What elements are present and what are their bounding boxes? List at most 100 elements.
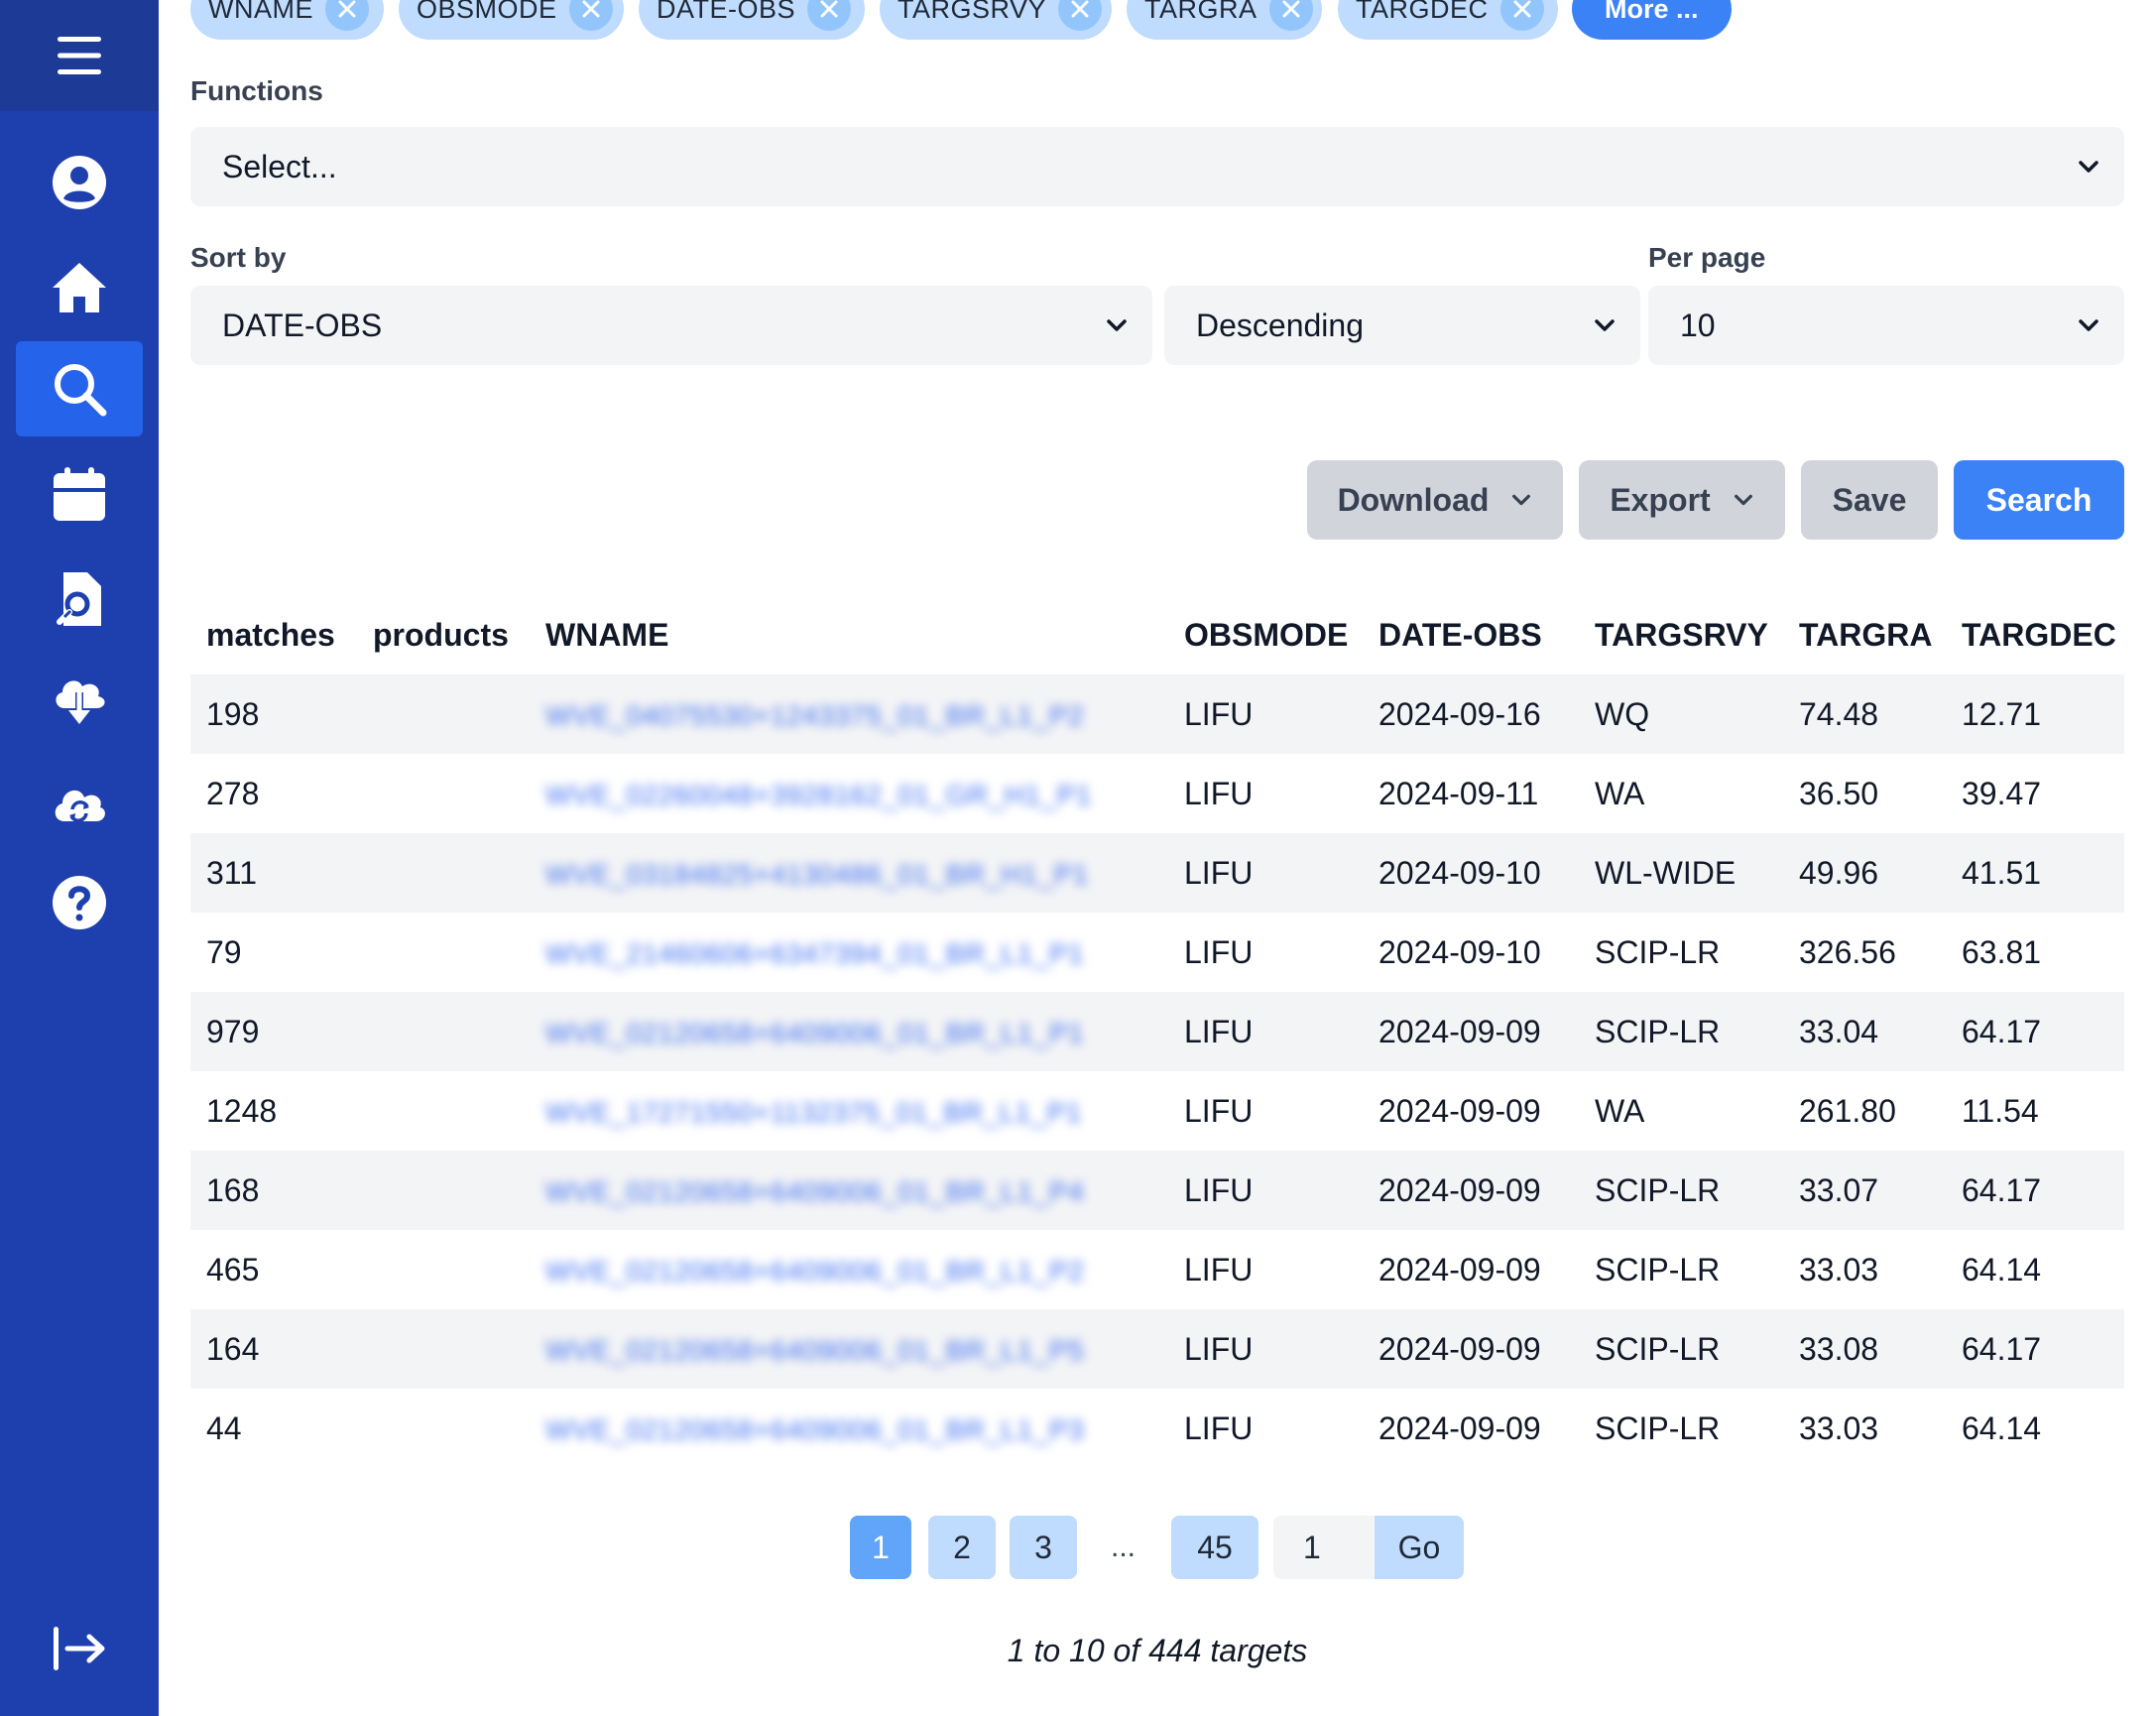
chevron-down-icon — [1595, 319, 1615, 331]
table-row[interactable]: 465 WVE_02120658+6409006_01_BR_L1_P2 LIF… — [190, 1230, 2124, 1309]
table-row[interactable]: 79 WVE_21460606+6347394_01_BR_L1_P1 LIFU… — [190, 913, 2124, 992]
nav-calendar[interactable] — [16, 446, 143, 542]
page-button-2[interactable]: 2 — [928, 1516, 996, 1579]
table-row[interactable]: 44 WVE_02120658+6409006_01_BR_L1_P3 LIFU… — [190, 1389, 2124, 1468]
column-header-wname[interactable]: WNAME — [530, 595, 1168, 674]
remove-chip-button[interactable] — [568, 0, 613, 31]
cell-targdec: 12.71 — [1946, 674, 2124, 754]
go-button[interactable]: Go — [1375, 1516, 1464, 1579]
chevron-down-icon — [2079, 161, 2098, 173]
cell-products — [357, 992, 530, 1071]
logout-button[interactable] — [16, 1601, 143, 1696]
cell-obsmode: LIFU — [1184, 775, 1254, 811]
remove-chip-button[interactable] — [1058, 0, 1103, 31]
column-chips: WNAME OBSMODE DATE-OBS TARGSRVY TARGRA T… — [190, 0, 2124, 40]
cell-matches: 44 — [206, 1410, 242, 1446]
functions-select[interactable]: Select... — [190, 127, 2124, 206]
cell-matches: 164 — [190, 1309, 357, 1389]
table-row[interactable]: 168 WVE_02120658+6409006_01_BR_L1_P4 LIF… — [190, 1151, 2124, 1230]
cell-matches: 278 — [206, 775, 260, 811]
cell-date-obs: 2024-09-09 — [1363, 1309, 1579, 1389]
wname-link[interactable]: WVE_17271550+1132375_01_BR_L1_P1 — [545, 1097, 1082, 1129]
menu-icon — [58, 37, 101, 74]
nav-profile[interactable] — [16, 135, 143, 230]
column-header-targsrvy[interactable]: TARGSRVY — [1579, 595, 1783, 674]
per-page-select[interactable]: 10 — [1648, 286, 2124, 365]
page-button-1[interactable]: 1 — [850, 1516, 911, 1579]
remove-chip-button[interactable] — [1268, 0, 1313, 31]
export-button-label: Export — [1610, 481, 1711, 518]
calendar-icon — [54, 467, 105, 521]
cell-products — [357, 1309, 530, 1389]
cell-targdec: 39.47 — [1962, 775, 2042, 811]
wname-link[interactable]: WVE_02260048+3928162_01_GR_H1_P1 — [545, 780, 1092, 811]
cell-obsmode: LIFU — [1184, 1251, 1254, 1287]
wname-link[interactable]: WVE_02120658+6409006_01_BR_L1_P1 — [545, 1018, 1084, 1049]
wname-link[interactable]: WVE_21460606+6347394_01_BR_L1_P1 — [545, 938, 1084, 970]
export-button[interactable]: Export — [1579, 460, 1785, 540]
nav-help[interactable] — [16, 855, 143, 950]
table-row[interactable]: 311 WVE_03184825+4130486_01_BR_H1_P1 LIF… — [190, 833, 2124, 913]
column-header-targra[interactable]: TARGRA — [1783, 595, 1946, 674]
nav-search[interactable] — [16, 341, 143, 436]
goto-page-input[interactable]: 1 — [1273, 1516, 1375, 1579]
chip-targdec: TARGDEC — [1338, 0, 1558, 40]
cloud-download-icon — [56, 680, 105, 724]
more-columns-button[interactable]: More ... — [1572, 0, 1732, 40]
nav-file-search[interactable] — [16, 552, 143, 647]
cell-wname: WVE_02120658+6409006_01_BR_L1_P2 — [530, 1230, 1168, 1309]
wname-link[interactable]: WVE_03184825+4130486_01_BR_H1_P1 — [545, 859, 1089, 891]
cell-date-obs: 2024-09-09 — [1363, 1151, 1579, 1230]
wname-link[interactable]: WVE_02120658+6409006_01_BR_L1_P5 — [545, 1335, 1084, 1367]
table-header-row: matches products WNAME OBSMODE DATE-OBS … — [190, 595, 2124, 674]
remove-chip-button[interactable] — [1499, 0, 1544, 31]
table-row[interactable]: 164 WVE_02120658+6409006_01_BR_L1_P5 LIF… — [190, 1309, 2124, 1389]
column-header-targdec[interactable]: TARGDEC — [1946, 595, 2124, 674]
column-header-matches[interactable]: matches — [190, 595, 357, 674]
cell-wname: WVE_04075530+1243375_01_BR_L1_P2 — [530, 674, 1168, 754]
chip-date-obs: DATE-OBS — [639, 0, 865, 40]
save-button[interactable]: Save — [1801, 460, 1938, 540]
table-row[interactable]: 198 WVE_04075530+1243375_01_BR_L1_P2 LIF… — [190, 674, 2124, 754]
table-row[interactable]: 979 WVE_02120658+6409006_01_BR_L1_P1 LIF… — [190, 992, 2124, 1071]
sort-order-select[interactable]: Descending — [1164, 286, 1640, 365]
cell-targra: 74.48 — [1783, 674, 1946, 754]
nav-home[interactable] — [16, 240, 143, 335]
wname-link[interactable]: WVE_02120658+6409006_01_BR_L1_P4 — [545, 1176, 1084, 1208]
help-icon — [53, 876, 106, 929]
column-header-date-obs[interactable]: DATE-OBS — [1363, 595, 1579, 674]
close-icon — [820, 0, 838, 18]
cell-matches: 1248 — [206, 1092, 278, 1129]
table-row[interactable]: 278 WVE_02260048+3928162_01_GR_H1_P1 LIF… — [190, 754, 2124, 833]
sort-field-select[interactable]: DATE-OBS — [190, 286, 1152, 365]
user-icon — [53, 156, 106, 209]
cell-targsrvy: WL-WIDE — [1579, 833, 1783, 913]
sort-field-value: DATE-OBS — [222, 306, 383, 343]
chevron-down-icon — [1107, 319, 1127, 331]
menu-button[interactable] — [0, 0, 159, 111]
remove-chip-button[interactable] — [325, 0, 369, 31]
cell-targra: 261.80 — [1799, 1092, 1896, 1129]
functions-select-value: Select... — [222, 148, 337, 184]
cell-matches: 465 — [206, 1251, 260, 1287]
cell-targra: 36.50 — [1799, 775, 1879, 811]
remove-chip-button[interactable] — [807, 0, 852, 31]
wname-link[interactable]: WVE_04075530+1243375_01_BR_L1_P2 — [545, 700, 1084, 732]
wname-link[interactable]: WVE_02120658+6409006_01_BR_L1_P2 — [545, 1256, 1084, 1287]
download-button[interactable]: Download — [1307, 460, 1563, 540]
results-table: matches products WNAME OBSMODE DATE-OBS … — [190, 595, 2124, 1468]
wname-link[interactable]: WVE_02120658+6409006_01_BR_L1_P3 — [545, 1414, 1084, 1446]
search-button[interactable]: Search — [1954, 460, 2124, 540]
cell-products — [357, 1230, 530, 1309]
cell-wname: WVE_02120658+6409006_01_BR_L1_P1 — [530, 992, 1168, 1071]
page-button-3[interactable]: 3 — [1010, 1516, 1077, 1579]
nav-cloud-sync[interactable] — [16, 754, 143, 849]
table-row[interactable]: 1248 WVE_17271550+1132375_01_BR_L1_P1 LI… — [190, 1071, 2124, 1151]
column-header-products[interactable]: products — [357, 595, 530, 674]
column-header-obsmode[interactable]: OBSMODE — [1168, 595, 1363, 674]
cell-targra: 33.03 — [1799, 1410, 1879, 1446]
main-content: WNAME OBSMODE DATE-OBS TARGSRVY TARGRA T… — [190, 0, 2124, 1716]
page-button-last[interactable]: 45 — [1171, 1516, 1258, 1579]
nav-cloud-download[interactable] — [16, 651, 143, 746]
cell-date-obs: 2024-09-09 — [1378, 1092, 1541, 1129]
